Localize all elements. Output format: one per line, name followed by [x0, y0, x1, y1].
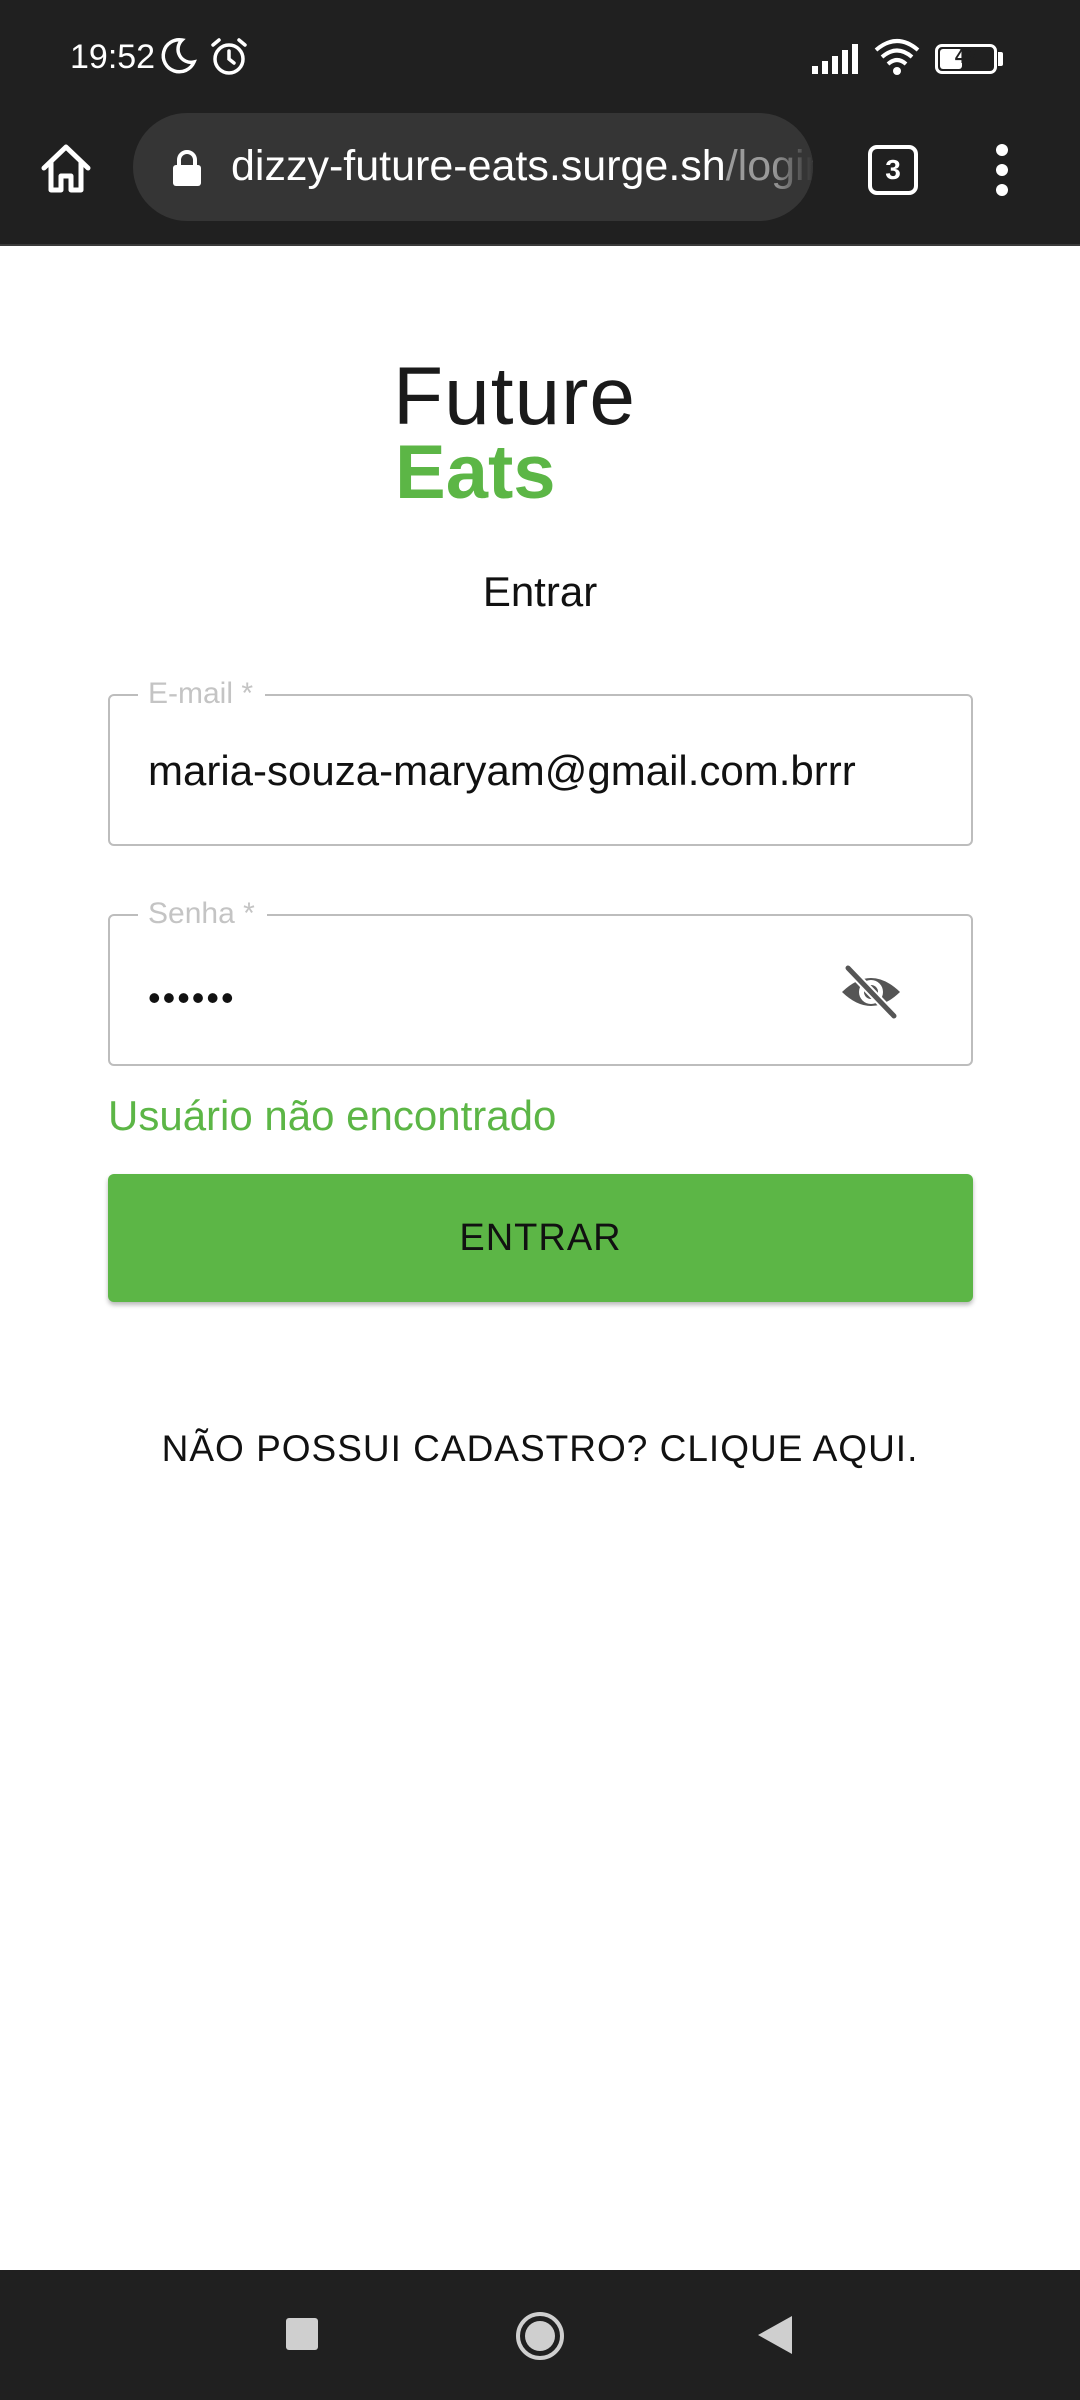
- home-icon[interactable]: [36, 138, 96, 198]
- url-text: dizzy-future-eats.surge.sh/login: [231, 142, 813, 191]
- status-bar: 19:52 46: [0, 0, 1080, 112]
- email-input[interactable]: [148, 736, 928, 806]
- signup-link[interactable]: NÃO POSSUI CADASTRO? CLIQUE AQUI.: [0, 1428, 1080, 1470]
- wifi-icon: [874, 38, 920, 81]
- system-nav-bar: [0, 2270, 1080, 2400]
- back-icon[interactable]: [756, 2314, 794, 2361]
- password-label: Senha *: [138, 894, 267, 934]
- page-title: Entrar: [482, 568, 598, 615]
- eye-off-icon[interactable]: [836, 962, 906, 1022]
- password-input[interactable]: ••••••: [148, 978, 236, 1018]
- password-field: Senha * ••••••: [108, 894, 973, 1066]
- browser-toolbar: dizzy-future-eats.surge.sh/login 3: [0, 112, 1080, 246]
- lock-icon: [171, 149, 203, 192]
- moon-icon: [158, 36, 198, 81]
- future-eats-logo: Future Eats: [393, 352, 713, 522]
- signal-icon: [812, 44, 860, 79]
- login-button[interactable]: ENTRAR: [108, 1174, 973, 1302]
- status-time: 19:52: [70, 38, 156, 76]
- error-message: Usuário não encontrado: [108, 1092, 557, 1139]
- url-bar[interactable]: dizzy-future-eats.surge.sh/login: [133, 113, 813, 221]
- battery-level: 46: [954, 46, 978, 68]
- battery-icon: 46: [935, 44, 997, 74]
- battery-tip: [998, 52, 1003, 66]
- menu-icon[interactable]: [990, 144, 1014, 200]
- home-circle-icon[interactable]: [516, 2312, 564, 2360]
- recents-icon[interactable]: [286, 2318, 318, 2350]
- url-host: dizzy-future-eats.surge.sh: [231, 142, 726, 190]
- logo-word-eats: Eats: [395, 430, 556, 515]
- alarm-icon: [208, 36, 250, 83]
- email-label: E-mail *: [138, 674, 266, 714]
- url-fade: [773, 113, 813, 221]
- email-field: E-mail *: [108, 674, 973, 846]
- tabs-icon[interactable]: 3: [868, 145, 918, 195]
